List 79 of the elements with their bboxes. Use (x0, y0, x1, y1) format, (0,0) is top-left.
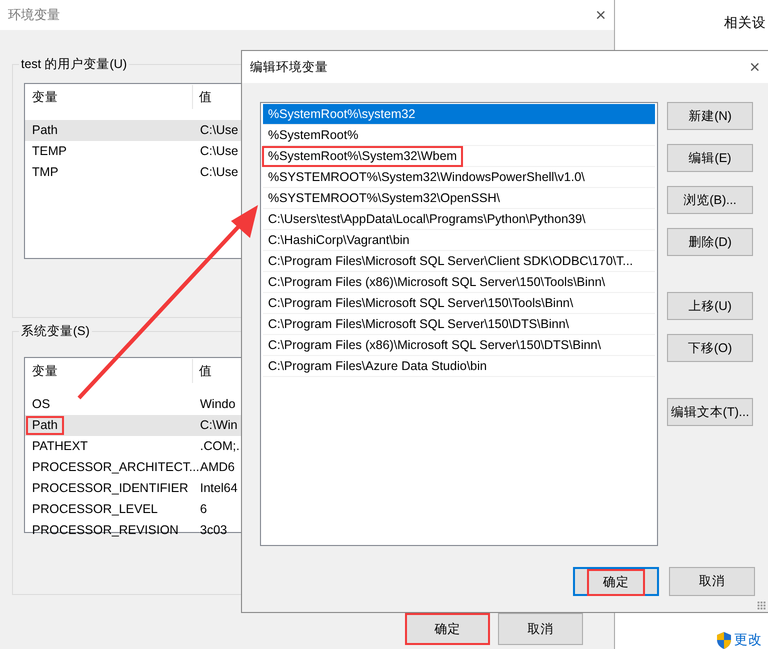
group-label: 系统变量(S) (19, 323, 92, 339)
variable-name: Path (26, 416, 64, 435)
variable-value: .COM;. (200, 438, 240, 456)
path-item[interactable]: C:\Program Files (x86)\Microsoft SQL Server\150\DTS\Binn\ (263, 335, 655, 356)
variable-value: Intel64 (200, 480, 238, 498)
list-row[interactable]: OS Windo (25, 394, 241, 415)
variable-list[interactable]: 变量 值 Path C:\Use TEMP C:\Use TMP C:\Use (24, 83, 241, 259)
path-text: C:\Users\test\AppData\Local\Programs\Python\Python39\ (267, 210, 587, 228)
column-header: 值 (192, 359, 212, 383)
dialog-title: 编辑环境变量 (250, 58, 328, 76)
list-row[interactable]: Path C:\Use (25, 120, 241, 141)
path-text: %SYSTEMROOT%\System32\WindowsPowerShell\v1.0\ (267, 168, 586, 186)
variable-name: PATHEXT (31, 438, 89, 455)
path-item[interactable]: %SYSTEMROOT%\System32\OpenSSH\ (263, 188, 655, 209)
dialog-button[interactable]: 取消 (669, 567, 755, 596)
dialog-button[interactable]: 确定 (573, 567, 659, 596)
group-label: test 的用户变量(U) (19, 56, 129, 72)
path-text: C:\Program Files (x86)\Microsoft SQL Server\150\DTS\Binn\ (267, 336, 602, 354)
dialog-button[interactable]: 取消 (498, 613, 583, 645)
variable-name: PROCESSOR_LEVEL (31, 501, 159, 518)
variable-name: TMP (31, 164, 60, 181)
dialog-button[interactable]: 上移(U) (667, 292, 753, 320)
close-button[interactable]: × (595, 6, 606, 24)
list-row[interactable]: PATHEXT .COM;. (25, 436, 241, 457)
dialog-button[interactable]: 编辑(E) (667, 144, 753, 172)
path-list[interactable] (260, 102, 658, 546)
variable-value: C:\Win (200, 417, 238, 434)
variable-value: C:\Use (200, 122, 238, 140)
path-item[interactable]: C:\Program Files (x86)\Microsoft SQL Server\150\Tools\Binn\ (263, 272, 655, 293)
path-item[interactable]: C:\Program Files\Azure Data Studio\bin (263, 356, 655, 377)
list-row[interactable]: PROCESSOR_ARCHITECT...AMD6 (25, 457, 241, 478)
variable-name: PROCESSOR_IDENTIFIER (31, 480, 190, 497)
dialog-button[interactable]: 新建(N) (667, 102, 753, 130)
resize-grip-icon[interactable] (757, 601, 766, 610)
path-item[interactable]: %SystemRoot%\System32\Wbem (263, 146, 655, 167)
path-text: C:\Program Files\Microsoft SQL Server\Client SDK\ODBC\170\T... (267, 252, 634, 270)
dialog-button[interactable]: 删除(D) (667, 228, 753, 256)
path-text: %SYSTEMROOT%\System32\OpenSSH\ (267, 190, 502, 207)
variable-name: Path (31, 122, 59, 139)
close-button[interactable]: × (749, 58, 760, 76)
path-text: C:\HashiCorp\Vagrant\bin (267, 232, 411, 249)
list-row[interactable]: TMP C:\Use (25, 162, 241, 183)
path-text: %SystemRoot% (267, 126, 360, 144)
path-text: C:\Program Files\Microsoft SQL Server\150\DTS\Binn\ (267, 316, 570, 333)
list-row[interactable]: TEMP C:\Use (25, 141, 241, 162)
dialog-button[interactable]: 浏览(B)... (667, 186, 753, 214)
path-item[interactable]: %SYSTEMROOT%\System32\WindowsPowerShell\v1.0\ (263, 167, 655, 188)
path-text: %SystemRoot%\System32\Wbem (262, 146, 463, 166)
list-row[interactable]: PROCESSOR_LEVEL 6 (25, 499, 241, 520)
path-item[interactable]: C:\Program Files\Microsoft SQL Server\150\DTS\Binn\ (263, 314, 655, 335)
shield-icon (716, 632, 732, 649)
column-header: 变量 (32, 362, 59, 380)
path-text: C:\Program Files (x86)\Microsoft SQL Server\150\Tools\Binn\ (267, 274, 606, 291)
path-item[interactable]: C:\Users\test\AppData\Local\Programs\Python\Python39\ (263, 209, 655, 230)
path-item[interactable]: C:\Program Files\Microsoft SQL Server\Client SDK\ODBC\170\T... (263, 251, 655, 272)
path-text: C:\Program Files\Azure Data Studio\bin (267, 358, 488, 375)
variable-value: Windo (200, 396, 236, 414)
path-item[interactable]: C:\Program Files\Microsoft SQL Server\150\Tools\Binn\ (263, 293, 655, 314)
path-text: %SystemRoot%\system32 (267, 106, 416, 123)
column-header: 值 (192, 85, 212, 109)
path-item[interactable]: %SystemRoot% (263, 125, 655, 146)
column-header: 变量 (32, 88, 59, 106)
path-item[interactable]: %SystemRoot%\system32 (263, 104, 655, 125)
window-title: 环境变量 (8, 6, 60, 24)
variable-value: C:\Use (200, 164, 238, 182)
variable-value: 6 (200, 501, 207, 518)
list-row[interactable]: PROCESSOR_IDENTIFIER Intel64 (25, 478, 241, 499)
dialog-button[interactable]: 编辑文本(T)... (667, 398, 753, 426)
path-text: C:\Program Files\Microsoft SQL Server\150\Tools\Binn\ (267, 294, 574, 312)
dialog-button[interactable]: 确定 (405, 613, 490, 645)
variable-name: TEMP (31, 143, 68, 160)
variable-value: C:\Use (200, 143, 238, 160)
variable-value: AMD6 (200, 459, 235, 476)
variable-name: OS (31, 396, 52, 413)
dialog-button[interactable]: 下移(O) (667, 334, 753, 362)
list-row[interactable]: Path C:\Win (25, 415, 241, 436)
panel-heading: 相关设 (724, 14, 767, 32)
path-item[interactable]: C:\HashiCorp\Vagrant\bin (263, 230, 655, 251)
settings-link[interactable]: 更改 (734, 630, 762, 649)
